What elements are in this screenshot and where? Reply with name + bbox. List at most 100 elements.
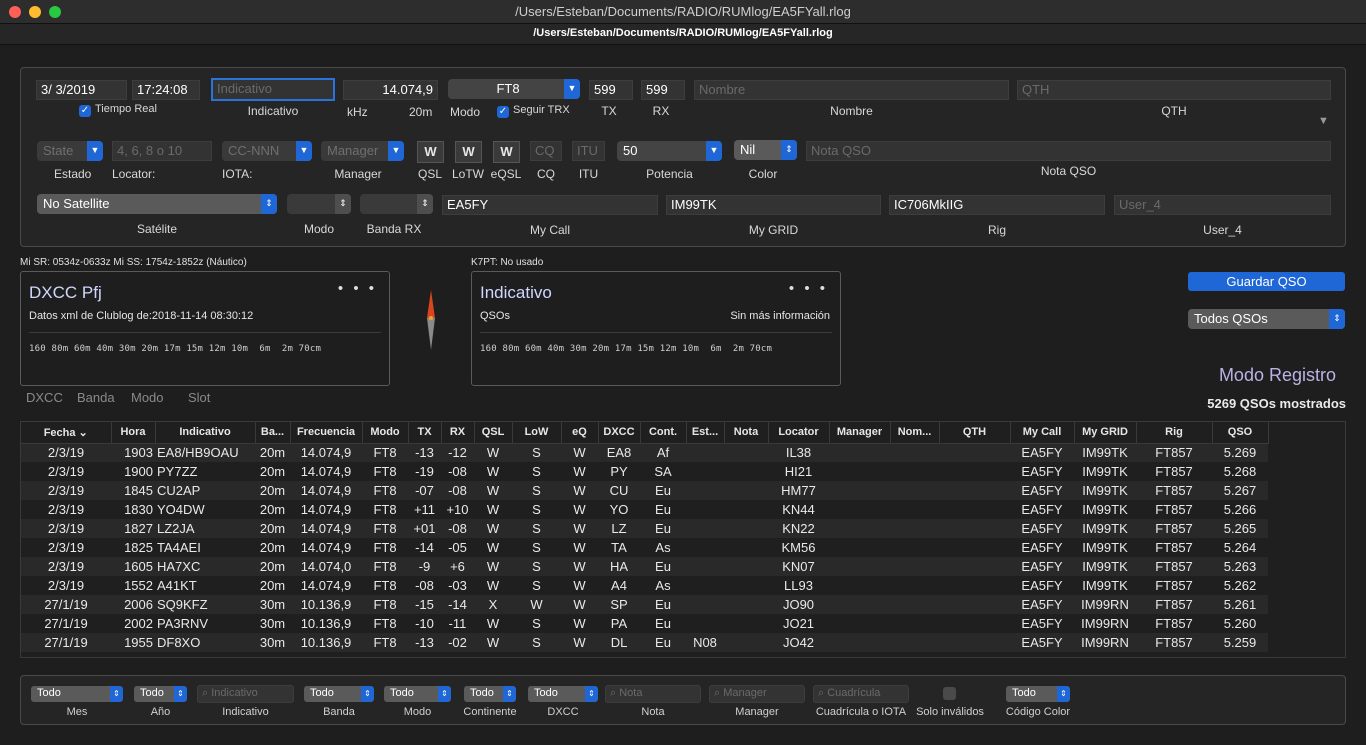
locator-input[interactable]: 4, 6, 8 o 10 (112, 141, 212, 161)
table-cell: +01 (408, 519, 441, 538)
column-header[interactable]: Est... (686, 422, 725, 444)
table-cell: CU2AP (155, 481, 255, 500)
table-row[interactable]: 2/3/19 1552 A41KT 20m 14.074,9 FT8 -08 -03 W S W A4… (21, 576, 1268, 595)
callsign-input[interactable]: Indicativo (211, 78, 335, 101)
table-row[interactable]: 27/1/19 1955 DF8XO 30m 10.136,9 FT8 -13 -02 W S W D… (21, 633, 1268, 652)
column-header[interactable]: TX (408, 422, 442, 444)
color-select[interactable]: Nil ⇕ (734, 140, 797, 160)
frequency-field[interactable]: 14.074,9 (343, 80, 438, 100)
column-header[interactable]: Rig (1136, 422, 1213, 444)
disclosure-triangle-icon[interactable]: ▼ (1318, 115, 1329, 127)
year-filter-select[interactable]: Todo ⇕ (134, 686, 187, 702)
column-header[interactable]: QSO (1212, 422, 1269, 444)
table-row[interactable]: 2/3/19 1825 TA4AEI 20m 14.074,9 FT8 -14 -05 W S W T… (21, 538, 1268, 557)
view-tab-banda[interactable]: Banda (77, 390, 115, 405)
column-header[interactable]: eQ (561, 422, 599, 444)
column-header[interactable]: Nom... (890, 422, 940, 444)
qso-filter-select[interactable]: Todos QSOs ⇕ (1188, 309, 1345, 329)
column-header[interactable]: Locator (768, 422, 830, 444)
view-tab-slot[interactable]: Slot (188, 390, 210, 405)
qso-note-input[interactable]: Nota QSO (806, 141, 1331, 161)
tx-report-field[interactable]: 599 (589, 80, 633, 100)
band-filter-select[interactable]: Todo ⇕ (304, 686, 374, 702)
view-tab-modo[interactable]: Modo (131, 390, 164, 405)
callsign-card-title: Indicativo (480, 283, 552, 302)
table-row[interactable]: 2/3/19 1605 HA7XC 20m 14.074,0 FT8 -9 +6 W S W HA Eu… (21, 557, 1268, 576)
rx-report-field[interactable]: 599 (641, 80, 685, 100)
column-header[interactable]: My Call (1010, 422, 1075, 444)
column-header[interactable]: Cont. (640, 422, 687, 444)
user4-input[interactable]: User_4 (1114, 195, 1331, 215)
table-row[interactable]: 27/1/19 2006 SQ9KFZ 30m 10.136,9 FT8 -15 -14 X W W… (21, 595, 1268, 614)
mode-filter-select[interactable]: Todo ⇕ (384, 686, 451, 702)
column-header[interactable]: My GRID (1074, 422, 1137, 444)
save-qso-button[interactable]: Guardar QSO (1188, 272, 1345, 291)
month-filter-select[interactable]: Todo ⇕ (31, 686, 123, 702)
column-header[interactable]: Ba... (255, 422, 291, 444)
manager-filter-search[interactable]: ⌕ Manager (709, 685, 805, 703)
table-row[interactable]: 2/3/19 1903 EA8/HB9OAU 20m 14.074,9 FT8 -13 -12… (21, 443, 1268, 462)
more-options-icon[interactable]: • • • (338, 280, 377, 297)
seguir-trx-checkbox[interactable]: ✓ Seguir TRX (497, 104, 570, 118)
column-header[interactable]: QTH (939, 422, 1011, 444)
cq-input[interactable]: CQ (530, 141, 562, 161)
continent-filter-select[interactable]: Todo ⇕ (464, 686, 516, 702)
iota-select[interactable]: CC-NNN ▼ (222, 141, 312, 161)
tiempo-real-checkbox[interactable]: ✓ Tiempo Real (79, 103, 157, 117)
column-header[interactable]: DXCC (598, 422, 641, 444)
qsl-toggle[interactable]: W (417, 141, 444, 163)
lotw-toggle[interactable]: W (455, 141, 482, 163)
my-grid-field[interactable]: IM99TK (666, 195, 881, 215)
column-header[interactable]: Manager (829, 422, 891, 444)
table-cell: 1825 (111, 538, 155, 557)
callsign-label: Indicativo (247, 104, 299, 118)
table-cell: -02 (441, 633, 474, 652)
column-header[interactable]: RX (441, 422, 475, 444)
callsign-filter-search[interactable]: ⌕ Indicativo (197, 685, 294, 703)
document-tab[interactable]: /Users/Esteban/Documents/RADIO/RUMlog/EA… (0, 27, 1366, 39)
state-select[interactable]: State ▼ (37, 141, 103, 161)
rig-field[interactable]: IC706MkIIG (889, 195, 1105, 215)
table-row[interactable]: 2/3/19 1830 YO4DW 20m 14.074,9 FT8 +11 +10 W S W YO… (21, 500, 1268, 519)
table-cell: S (512, 443, 561, 462)
time-field[interactable]: 17:24:08 (132, 80, 200, 100)
band-rx-select[interactable]: ⇕ (360, 194, 433, 214)
column-header[interactable]: Frecuencia (290, 422, 363, 444)
table-row[interactable]: 2/3/19 1845 CU2AP 20m 14.074,9 FT8 -07 -08 W S W CU… (21, 481, 1268, 500)
chevron-down-icon: ▼ (388, 141, 404, 161)
table-cell: As (640, 538, 686, 557)
column-header[interactable]: Modo (362, 422, 409, 444)
table-cell: 2/3/19 (21, 443, 111, 462)
color-code-filter-select[interactable]: Todo ⇕ (1006, 686, 1070, 702)
invalid-only-checkbox[interactable] (943, 687, 956, 700)
view-tab-dxcc[interactable]: DXCC (26, 390, 63, 405)
column-header[interactable]: QSL (474, 422, 513, 444)
table-row[interactable]: 2/3/19 1827 LZ2JA 20m 14.074,9 FT8 +01 -08 W S W LZ… (21, 519, 1268, 538)
sat-mode-select[interactable]: ⇕ (287, 194, 351, 214)
table-row[interactable]: 27/1/19 2002 PA3RNV 30m 10.136,9 FT8 -10 -11 W S W… (21, 614, 1268, 633)
name-input[interactable]: Nombre (694, 80, 1009, 100)
manager-select[interactable]: Manager ▼ (321, 141, 404, 161)
grid-filter-search[interactable]: ⌕ Cuadrícula (813, 685, 909, 703)
table-cell: FT8 (362, 595, 408, 614)
column-header[interactable]: Indicativo (155, 422, 256, 444)
table-row[interactable]: 2/3/19 1900 PY7ZZ 20m 14.074,9 FT8 -19 -08 W S W PY… (21, 462, 1268, 481)
column-header[interactable]: LoW (512, 422, 562, 444)
more-options-icon[interactable]: • • • (789, 280, 828, 297)
my-grid-label: My GRID (748, 223, 799, 237)
qth-input[interactable]: QTH (1017, 80, 1331, 100)
date-field[interactable]: 3/ 3/2019 (36, 80, 127, 100)
table-cell (724, 633, 768, 652)
itu-input[interactable]: ITU (572, 141, 605, 161)
column-header[interactable]: Hora (111, 422, 156, 444)
column-header[interactable]: Nota (724, 422, 769, 444)
column-header[interactable]: Fecha ⌄ (21, 422, 112, 444)
dxcc-filter-select[interactable]: Todo ⇕ (528, 686, 598, 702)
my-call-field[interactable]: EA5FY (442, 195, 658, 215)
satellite-select[interactable]: No Satellite ⇕ (37, 194, 277, 214)
note-filter-search[interactable]: ⌕ Nota (605, 685, 701, 703)
table-cell: W (512, 595, 561, 614)
eqsl-toggle[interactable]: W (493, 141, 520, 163)
power-select[interactable]: 50 ▼ (617, 141, 722, 161)
mode-select[interactable]: FT8 ▼ (448, 79, 580, 99)
